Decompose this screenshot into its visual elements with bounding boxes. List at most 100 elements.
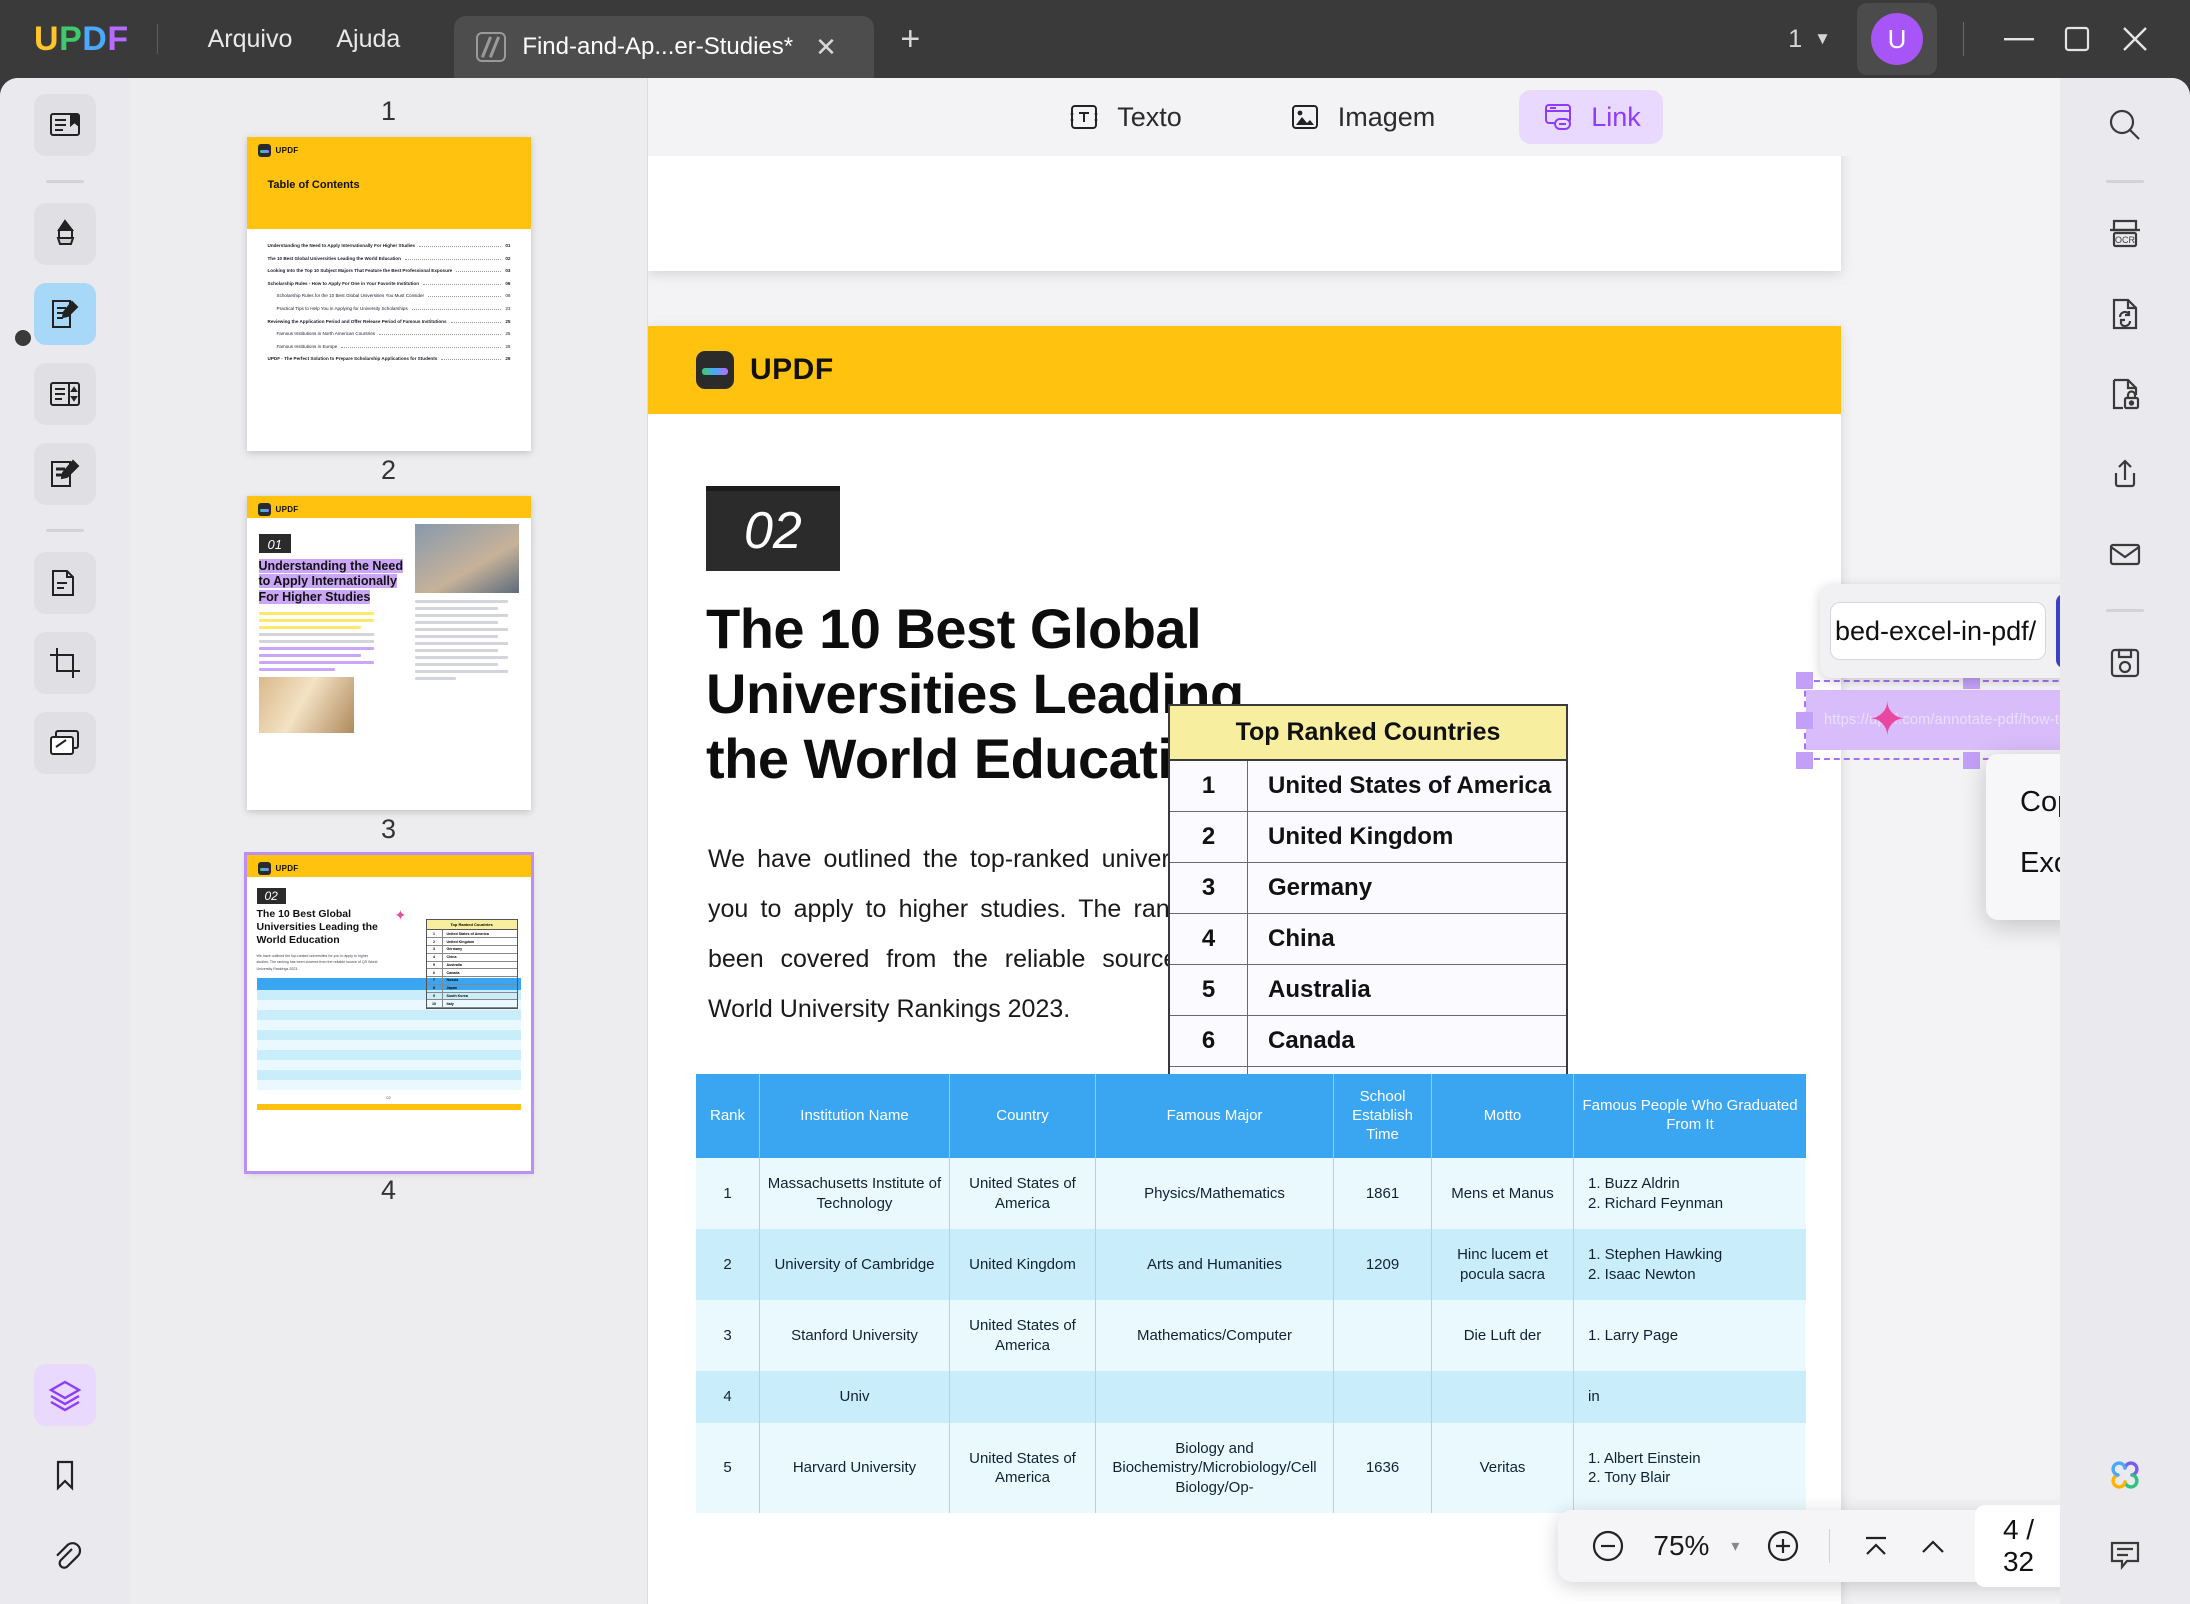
page-right-column	[415, 524, 519, 684]
toc-entry-page: 01	[505, 243, 510, 248]
cell-major: Biology and Biochemistry/Microbiology/Ce…	[1096, 1423, 1334, 1514]
cell-country: United Kingdom	[950, 1229, 1096, 1300]
thumbnail-item[interactable]: UPDF ✦ 02 The 10 Best Global Universitie…	[130, 855, 647, 1171]
text-line	[415, 649, 498, 652]
link-url-editor[interactable]	[1820, 584, 2060, 678]
reader-mode-icon[interactable]	[34, 94, 96, 156]
rank: 8	[427, 985, 443, 992]
save-icon[interactable]	[2094, 632, 2156, 694]
document-viewer: Texto Imagem	[648, 78, 2060, 1604]
page-indicator[interactable]: 4 / 32	[1975, 1505, 2060, 1587]
zoom-dropdown-caret[interactable]: ▾	[1731, 1536, 1749, 1556]
cell-country: United States of America	[950, 1158, 1096, 1229]
thumbnail-page-3[interactable]: UPDF	[247, 496, 531, 810]
toc-entry: Famous Institutions in Europe26	[268, 344, 511, 349]
link-url-input[interactable]	[1830, 602, 2046, 660]
edit-toolbar: Texto Imagem	[648, 78, 2060, 156]
page-scroll-area[interactable]: across their talents and most appropriat…	[648, 156, 2060, 1604]
selected-link-highlight[interactable]: https://updf.com/annotate-pdf/how-to-emb…	[1806, 690, 2060, 750]
new-tab-button[interactable]: +	[900, 20, 920, 59]
crop-icon[interactable]	[34, 632, 96, 694]
toc-dots	[412, 309, 502, 310]
resize-handle-s[interactable]	[1963, 752, 1980, 769]
cell-country: United States of America	[950, 1423, 1096, 1514]
attachment-icon[interactable]	[34, 1524, 96, 1586]
protect-icon[interactable]	[2094, 363, 2156, 425]
rank-cell: 6	[1170, 1016, 1248, 1066]
context-menu-item-excluir[interactable]: Excluir Del	[1986, 833, 2060, 894]
mini-table-row	[257, 1030, 521, 1040]
title-bar: UPDF Arquivo Ajuda Find-and-Ap...er-Stud…	[0, 0, 2190, 78]
cell-famous: in	[1588, 1387, 1600, 1407]
cell-established: 1861	[1334, 1158, 1432, 1229]
country: China	[443, 954, 457, 961]
cell-major: Physics/Mathematics	[1096, 1158, 1334, 1229]
divider	[46, 180, 84, 183]
tool-link[interactable]: Link	[1519, 90, 1663, 144]
resize-handle-nw[interactable]	[1796, 672, 1813, 689]
menu-arquivo[interactable]: Arquivo	[186, 17, 315, 62]
zoom-level[interactable]: 75%	[1641, 1530, 1721, 1562]
share-icon[interactable]	[2094, 443, 2156, 505]
tab-close-icon[interactable]: ✕	[815, 32, 837, 63]
layers-icon[interactable]	[34, 1364, 96, 1426]
context-menu[interactable]: Copiar Ctrl+C Excluir Del	[1986, 754, 2060, 920]
thumbnail-item[interactable]: UPDF Table of Contents Understanding the…	[130, 137, 647, 451]
minimize-icon[interactable]	[1990, 17, 2048, 61]
resize-handle-w[interactable]	[1796, 712, 1813, 729]
close-icon[interactable]	[2106, 17, 2164, 61]
text-line	[259, 654, 361, 657]
batch-process-icon[interactable]	[34, 712, 96, 774]
link-settings-button[interactable]	[2056, 594, 2060, 668]
toc-entry-page: 03	[505, 268, 510, 273]
country-cell: Australia	[1248, 965, 1371, 1015]
text-line	[415, 663, 498, 666]
first-page-icon[interactable]	[1852, 1520, 1899, 1572]
menu-ajuda[interactable]: Ajuda	[314, 17, 422, 62]
edit-pdf-icon[interactable]	[34, 443, 96, 505]
zoom-in-icon[interactable]	[1759, 1520, 1806, 1572]
toc-entry-label: UPDF - The Perfect Solution to Prepare S…	[268, 356, 438, 361]
cell-institution: Stanford University	[760, 1300, 950, 1371]
document-tab[interactable]: Find-and-Ap...er-Studies* ✕	[454, 16, 874, 78]
tool-imagem[interactable]: Imagem	[1266, 90, 1458, 144]
thumbnail-page-4[interactable]: UPDF ✦ 02 The 10 Best Global Universitie…	[247, 855, 531, 1171]
updf-logo: UPDF	[34, 20, 129, 59]
bookmark-icon[interactable]	[34, 1444, 96, 1506]
account-button[interactable]: U	[1857, 3, 1937, 75]
mini-table-row: 1United States of America	[427, 930, 517, 938]
divider	[2106, 180, 2144, 183]
thumbnail-item[interactable]: UPDF	[130, 496, 647, 810]
ocr-icon[interactable]: OCR	[2094, 203, 2156, 265]
organize-pages-icon[interactable]	[34, 552, 96, 614]
context-menu-item-copiar[interactable]: Copiar Ctrl+C	[1986, 772, 2060, 833]
panel-resize-handle[interactable]	[15, 330, 31, 346]
highlighter-icon[interactable]	[34, 203, 96, 265]
resize-handle-sw[interactable]	[1796, 752, 1813, 769]
maximize-icon[interactable]	[2048, 17, 2106, 61]
prev-page-icon[interactable]	[1910, 1520, 1957, 1572]
cell-famous: 1. Larry Page	[1588, 1326, 1678, 1346]
page-layout-icon[interactable]	[34, 363, 96, 425]
search-icon[interactable]	[2094, 94, 2156, 156]
page-thumbnail-panel[interactable]: 1 UPDF Table of Contents Understanding t…	[130, 78, 648, 1604]
thumbnail-page-2[interactable]: UPDF Table of Contents Understanding the…	[247, 137, 531, 451]
rank: 5	[427, 962, 443, 969]
tab-count-dropdown[interactable]: 1 ▼	[1788, 25, 1831, 54]
cell-motto	[1432, 1371, 1574, 1423]
tool-texto[interactable]: Texto	[1045, 90, 1204, 144]
mini-table-row	[257, 1060, 521, 1070]
comment-icon[interactable]	[2094, 1524, 2156, 1586]
avatar: U	[1871, 13, 1923, 65]
annotate-icon[interactable]	[34, 283, 96, 345]
page-heading: The 10 Best Global Universities Leading …	[257, 908, 382, 947]
convert-icon[interactable]	[2094, 283, 2156, 345]
mini-table-row	[257, 1010, 521, 1020]
pin-annotation-icon: ✦	[395, 907, 411, 923]
divider	[1829, 1529, 1830, 1563]
email-icon[interactable]	[2094, 523, 2156, 585]
zoom-out-icon[interactable]	[1584, 1520, 1631, 1572]
table-title: Top Ranked Countries	[1170, 706, 1566, 761]
updf-ai-icon[interactable]	[2094, 1444, 2156, 1506]
header-major: Famous Major	[1096, 1074, 1334, 1158]
